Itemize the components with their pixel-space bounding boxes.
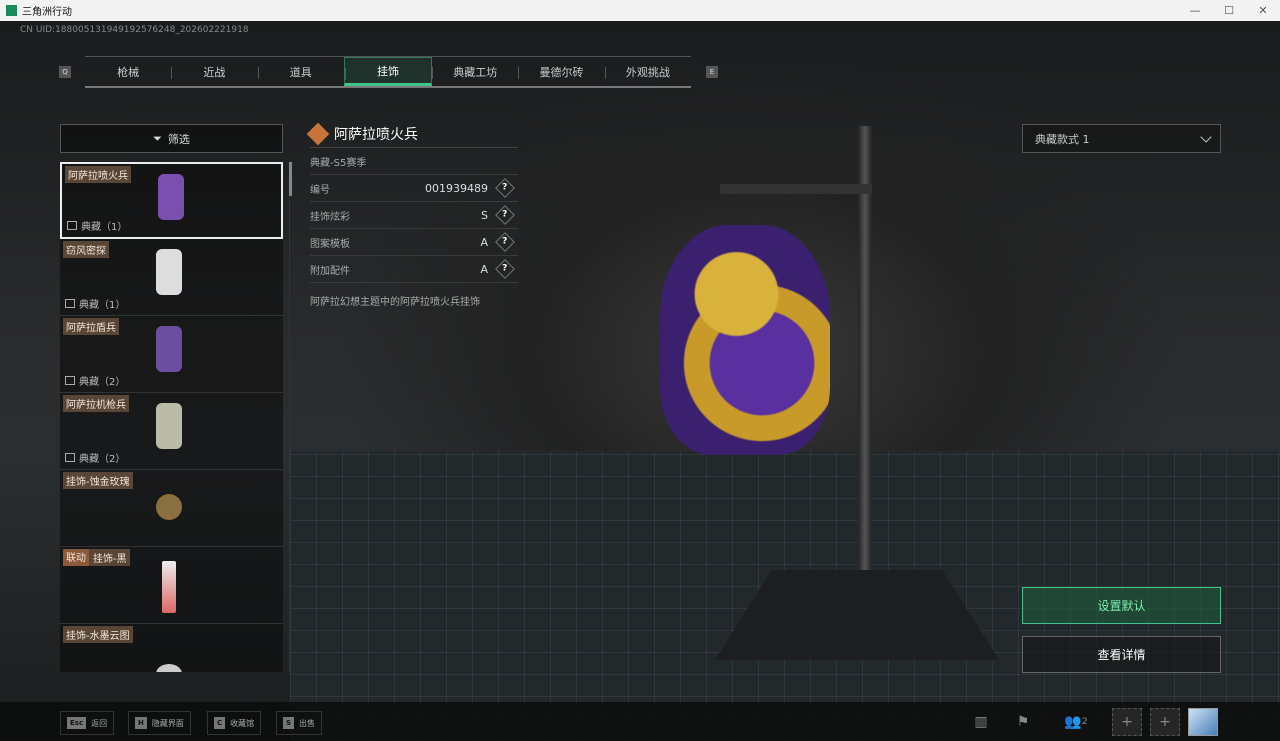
item-description: 阿萨拉幻想主题中的阿萨拉喷火兵挂饰 bbox=[310, 297, 480, 308]
filter-icon: ⏷ bbox=[153, 131, 162, 145]
help-icon[interactable]: ? bbox=[495, 205, 515, 225]
item-name: 窃风密探 bbox=[66, 246, 106, 257]
filter-label: 筛选 bbox=[167, 132, 190, 146]
tab-mandel-brick[interactable]: 曼德尔砖 bbox=[518, 57, 604, 86]
tab-melee[interactable]: 近战 bbox=[171, 57, 257, 86]
list-scrollbar[interactable] bbox=[289, 162, 292, 196]
list-item[interactable]: 阿萨拉机枪兵 典藏（2） bbox=[60, 393, 283, 470]
image-icon bbox=[65, 376, 75, 385]
row-label: 图案模板 bbox=[310, 238, 350, 250]
item-thumbnail bbox=[156, 326, 182, 372]
rarity-diamond-icon bbox=[306, 122, 330, 145]
row-value: S bbox=[481, 208, 488, 222]
item-thumbnail bbox=[162, 561, 176, 613]
stand-arm bbox=[720, 184, 872, 194]
next-tab-key[interactable]: E bbox=[706, 66, 718, 78]
set-default-button[interactable]: 设置默认 bbox=[1022, 587, 1221, 624]
maximize-button[interactable]: ☐ bbox=[1212, 0, 1246, 21]
list-item[interactable]: 窃风密探 典藏（1） bbox=[60, 239, 283, 316]
item-count: 典藏（2） bbox=[79, 454, 126, 465]
category-tabs: 枪械 近战 道具 挂饰 典藏工坊 曼德尔砖 外观挑战 bbox=[85, 56, 691, 88]
display-stand bbox=[858, 126, 872, 591]
hotkey-collection[interactable]: C 收藏馆 bbox=[207, 711, 262, 735]
add-slot-button[interactable]: + bbox=[1112, 708, 1142, 736]
friends-button[interactable]: 👥 2 bbox=[1058, 708, 1094, 736]
list-item[interactable]: 阿萨拉喷火兵 典藏（1） bbox=[60, 162, 283, 239]
chevron-down-icon bbox=[1200, 130, 1212, 143]
list-item[interactable]: 挂饰-水墨云图 bbox=[60, 624, 283, 672]
flag-icon[interactable]: ⚑ bbox=[1008, 708, 1038, 736]
view-details-button[interactable]: 查看详情 bbox=[1022, 636, 1221, 673]
tab-charms[interactable]: 挂饰 bbox=[343, 57, 433, 86]
item-name: 阿萨拉喷火兵 bbox=[68, 171, 128, 182]
item-count: 典藏（1） bbox=[81, 222, 128, 233]
item-name: 阿萨拉盾兵 bbox=[66, 323, 116, 334]
item-count: 典藏（1） bbox=[79, 300, 126, 311]
item-thumbnail bbox=[156, 249, 182, 295]
list-divider bbox=[289, 162, 290, 672]
window-titlebar: 三角洲行动 — ☐ ✕ bbox=[0, 0, 1280, 21]
item-thumbnail bbox=[156, 494, 182, 520]
item-thumbnail bbox=[156, 664, 182, 672]
image-icon bbox=[65, 299, 75, 308]
item-name: 挂饰-蚀金玫瑰 bbox=[66, 477, 130, 488]
filter-button[interactable]: ⏷ 筛选 bbox=[60, 124, 283, 153]
image-icon bbox=[65, 453, 75, 462]
style-select[interactable]: 典藏款式 1 bbox=[1022, 124, 1221, 153]
item-thumbnail bbox=[158, 174, 184, 220]
collab-badge: 联动 bbox=[63, 549, 89, 566]
item-name: 阿萨拉机枪兵 bbox=[66, 400, 126, 411]
row-label: 附加配件 bbox=[310, 265, 350, 277]
help-icon[interactable]: ? bbox=[495, 178, 515, 198]
list-item[interactable]: 阿萨拉盾兵 典藏（2） bbox=[60, 316, 283, 393]
item-name: 挂饰-黑 bbox=[93, 554, 127, 565]
charm-list: 阿萨拉喷火兵 典藏（1） 窃风密探 典藏（1） 阿萨拉盾兵 典藏（2） 阿萨拉机… bbox=[60, 162, 283, 672]
tab-items[interactable]: 道具 bbox=[257, 57, 344, 86]
row-value: 001939489 bbox=[425, 181, 488, 195]
tab-guns[interactable]: 枪械 bbox=[85, 57, 171, 86]
hotkey-hide-ui[interactable]: H 隐藏界面 bbox=[128, 711, 191, 735]
prev-tab-key[interactable]: Q bbox=[59, 66, 71, 78]
help-icon[interactable]: ? bbox=[495, 232, 515, 252]
avatar[interactable] bbox=[1188, 708, 1218, 736]
minimize-button[interactable]: — bbox=[1178, 0, 1212, 21]
row-value: A bbox=[480, 235, 488, 249]
stats-icon[interactable]: ▥ bbox=[966, 708, 996, 736]
friends-icon: 👥 bbox=[1064, 714, 1082, 730]
detail-panel: 阿萨拉喷火兵 典藏-S5赛季 编号 001939489? 挂饰炫彩 S? 图案模板 A… bbox=[306, 120, 518, 308]
app-logo-icon bbox=[6, 5, 17, 16]
item-thumbnail bbox=[156, 403, 182, 449]
row-label: 编号 bbox=[310, 184, 330, 196]
uid-text: CN UID:188005131949192576248_20260222191… bbox=[20, 25, 249, 35]
row-value: A bbox=[480, 262, 488, 276]
detail-title: 阿萨拉喷火兵 bbox=[334, 126, 418, 143]
tab-appearance-challenge[interactable]: 外观挑战 bbox=[604, 57, 691, 86]
item-name: 挂饰-水墨云图 bbox=[66, 631, 130, 642]
friends-count: 2 bbox=[1081, 717, 1088, 727]
item-count: 典藏（2） bbox=[79, 377, 126, 388]
list-item[interactable]: 挂饰-蚀金玫瑰 bbox=[60, 470, 283, 547]
tab-collection-workshop[interactable]: 典藏工坊 bbox=[432, 57, 518, 86]
help-icon[interactable]: ? bbox=[495, 259, 515, 279]
style-select-value: 典藏款式 1 bbox=[1035, 132, 1090, 146]
list-item[interactable]: 联动 挂饰-黑 bbox=[60, 547, 283, 624]
hotkey-sell[interactable]: S 出售 bbox=[276, 711, 323, 735]
charm-model-preview[interactable] bbox=[660, 225, 830, 455]
add-slot-button[interactable]: + bbox=[1150, 708, 1180, 736]
image-icon bbox=[67, 221, 77, 230]
season-label: 典藏-S5赛季 bbox=[310, 157, 367, 169]
window-title: 三角洲行动 bbox=[22, 7, 72, 18]
close-button[interactable]: ✕ bbox=[1246, 0, 1280, 21]
row-label: 挂饰炫彩 bbox=[310, 211, 350, 223]
hotkey-back[interactable]: Esc 返回 bbox=[60, 711, 115, 735]
